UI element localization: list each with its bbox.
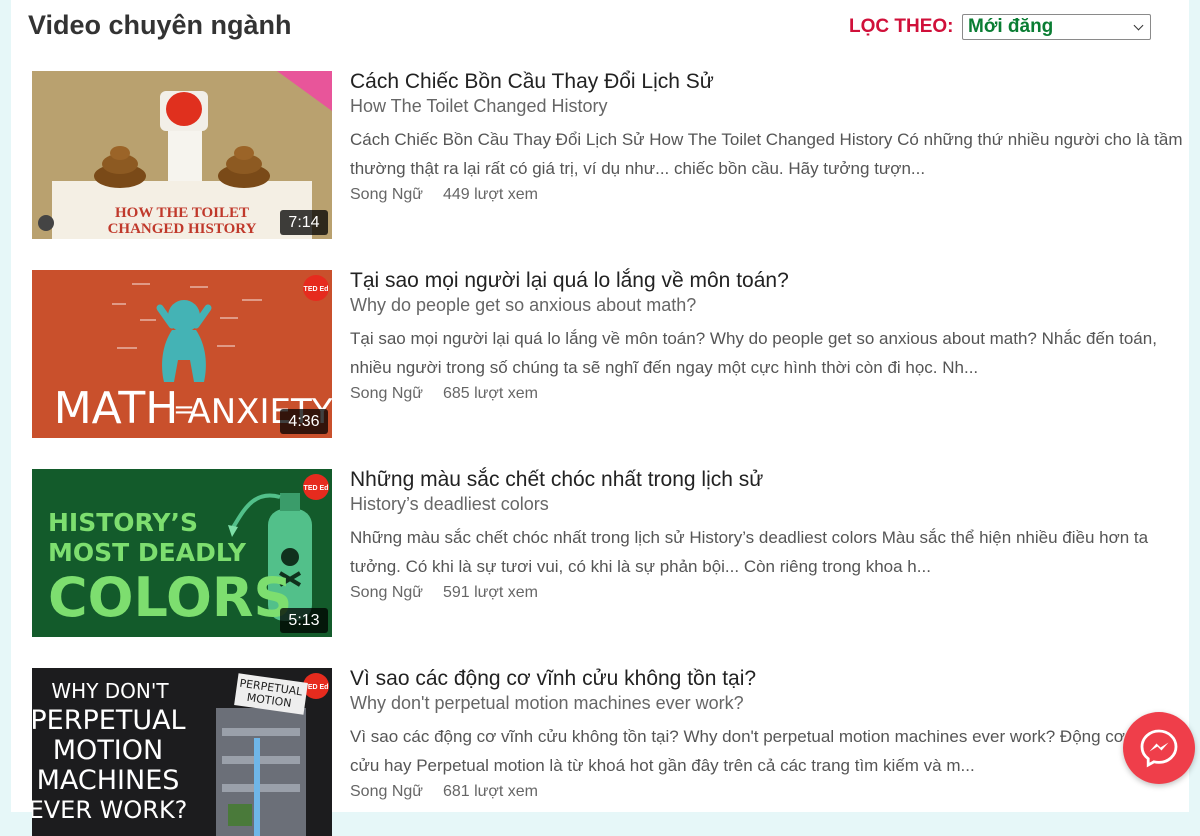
chevron-down-icon: [1133, 20, 1144, 31]
video-meta: Song Ngữ 591 lượt xem: [350, 584, 1185, 602]
video-category[interactable]: Song Ngữ: [350, 385, 423, 402]
video-meta: Song Ngữ 681 lượt xem: [350, 783, 1185, 801]
video-thumbnail[interactable]: HOW THE TOILET CHANGED HISTORY 7:14: [32, 71, 332, 239]
video-item: HOW THE TOILET CHANGED HISTORY 7:14 Cách…: [32, 70, 1189, 239]
video-item: TED Ed MATH = ANXIETY 4:36 Tại sao mọi n…: [32, 269, 1189, 438]
video-info: Vì sao các động cơ vĩnh cửu không tồn tạ…: [350, 667, 1185, 801]
video-views: 591 lượt xem: [442, 584, 538, 601]
messenger-icon: [1140, 729, 1178, 768]
video-subtitle: History’s deadliest colors: [350, 494, 549, 514]
video-title[interactable]: Vì sao các động cơ vĩnh cửu không tồn tạ…: [350, 667, 1185, 691]
video-title[interactable]: Cách Chiếc Bồn Cầu Thay Đổi Lịch Sử: [350, 70, 1185, 94]
video-subtitle: Why don't perpetual motion machines ever…: [350, 693, 744, 713]
video-duration: 5:13: [280, 608, 328, 633]
video-subtitle: Why do people get so anxious about math?: [350, 295, 697, 315]
video-meta: Song Ngữ 449 lượt xem: [350, 186, 1185, 204]
video-description: Những màu sắc chết chóc nhất trong lịch …: [350, 528, 1149, 576]
video-thumbnail[interactable]: TED Ed PERPETUAL MOTION WHY DON'T PERPET…: [32, 668, 332, 836]
video-description: Tại sao mọi người lại quá lo lắng về môn…: [350, 329, 1157, 377]
video-views: 685 lượt xem: [442, 385, 538, 402]
filter-select[interactable]: Mới đăng: [962, 14, 1151, 40]
video-thumbnail[interactable]: TED Ed MATH = ANXIETY 4:36: [32, 270, 332, 438]
video-item: TED Ed PERPETUAL MOTION WHY DON'T PERPET…: [32, 667, 1189, 836]
video-duration: 4:36: [280, 409, 328, 434]
video-description: Vì sao các động cơ vĩnh cửu không tồn tạ…: [350, 727, 1162, 775]
ted-ed-logo: TED Ed: [304, 286, 329, 293]
thumb-text-line-2: PERPETUAL: [32, 705, 186, 736]
thumb-text-line-2: CHANGED HISTORY: [108, 221, 257, 237]
section-title: Video chuyên ngành: [28, 10, 292, 40]
thumb-text-line-1: HISTORY’S: [48, 508, 198, 537]
video-info: Những màu sắc chết chóc nhất trong lịch …: [350, 468, 1185, 602]
thumb-text-line-3: COLORS: [48, 566, 292, 629]
video-views: 449 lượt xem: [442, 186, 538, 203]
video-thumbnail[interactable]: TED Ed HISTORY’S MOST DEADLY COLORS 5:13: [32, 469, 332, 637]
video-category[interactable]: Song Ngữ: [350, 584, 423, 601]
thumb-text-line-1: WHY DON'T: [51, 679, 169, 703]
video-title[interactable]: Những màu sắc chết chóc nhất trong lịch …: [350, 468, 1185, 492]
thumb-text-line-1: HOW THE TOILET: [115, 205, 249, 221]
video-info: Cách Chiếc Bồn Cầu Thay Đổi Lịch Sử How …: [350, 70, 1185, 204]
video-section: Video chuyên ngành LỌC THEO: Mới đăng HO…: [11, 0, 1189, 836]
filter-label: LỌC THEO:: [849, 16, 954, 37]
thumb-text-line-3: MOTION: [53, 735, 163, 766]
video-subtitle: How The Toilet Changed History: [350, 96, 608, 116]
thumb-text-line-4: MACHINES: [37, 765, 180, 796]
video-info: Tại sao mọi người lại quá lo lắng về môn…: [350, 269, 1185, 403]
video-views: 681 lượt xem: [442, 783, 538, 800]
video-meta: Song Ngữ 685 lượt xem: [350, 385, 1185, 403]
video-duration: 7:14: [280, 210, 328, 235]
video-category[interactable]: Song Ngữ: [350, 783, 423, 800]
video-description: Cách Chiếc Bồn Cầu Thay Đổi Lịch Sử How …: [350, 130, 1183, 178]
video-title[interactable]: Tại sao mọi người lại quá lo lắng về môn…: [350, 269, 1185, 293]
messenger-chat-button[interactable]: [1123, 712, 1195, 784]
ted-ed-logo: TED Ed: [304, 485, 329, 492]
video-category[interactable]: Song Ngữ: [350, 186, 423, 203]
thumb-text-line-2: MOST DEADLY: [48, 538, 247, 567]
thumb-text-line-5: EVER WORK?: [32, 796, 187, 824]
filter-selected-value: Mới đăng: [968, 16, 1054, 37]
video-item: TED Ed HISTORY’S MOST DEADLY COLORS 5:13…: [32, 468, 1189, 637]
thumb-text-line-1: MATH: [54, 383, 179, 434]
